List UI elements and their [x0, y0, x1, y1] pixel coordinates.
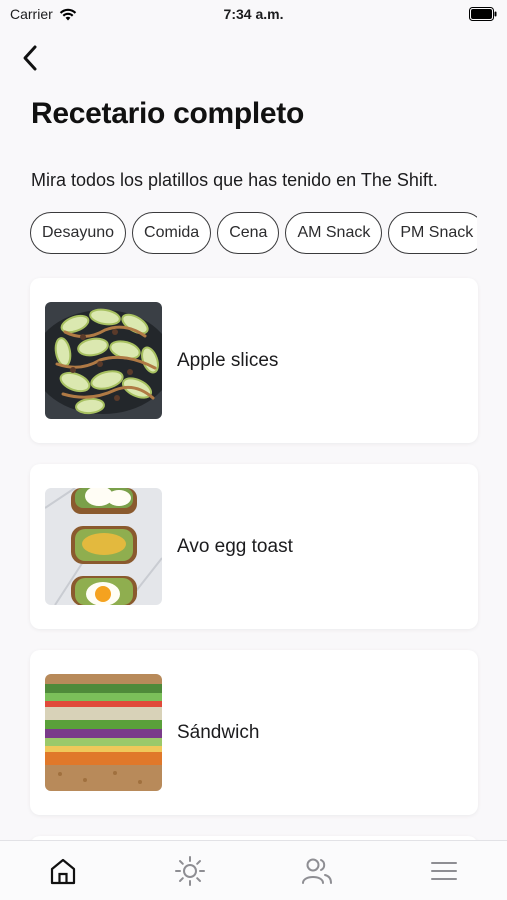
recipe-card[interactable]: Sándwich: [30, 650, 478, 815]
sandwich-photo: [45, 674, 162, 791]
filter-chip-comida[interactable]: Comida: [132, 212, 212, 254]
filter-chips: Desayuno Comida Cena AM Snack PM Snack: [30, 212, 477, 256]
filter-chip-desayuno[interactable]: Desayuno: [30, 212, 127, 254]
page-title: Recetario completo: [31, 97, 305, 130]
tab-menu[interactable]: [380, 841, 507, 900]
filter-chip-pm-snack[interactable]: PM Snack: [388, 212, 477, 254]
users-icon: [301, 858, 332, 884]
recipe-card[interactable]: Avo egg toast: [30, 464, 478, 629]
avo-egg-toast-photo: [45, 488, 162, 605]
recipe-name: Avo egg toast: [177, 535, 293, 557]
tab-sun[interactable]: [127, 841, 254, 900]
recipe-card[interactable]: Apple slices: [30, 278, 478, 443]
battery-icon: [469, 7, 497, 21]
recipe-list: Apple slices Avo egg toast Sándwich: [30, 278, 478, 856]
back-button[interactable]: [20, 40, 52, 76]
sun-icon: [175, 855, 206, 886]
apple-slices-photo: [45, 302, 162, 419]
filter-chip-cena[interactable]: Cena: [217, 212, 280, 254]
menu-icon: [430, 861, 457, 880]
tab-bar: [0, 840, 507, 900]
page-subtitle: Mira todos los platillos que has tenido …: [31, 170, 438, 190]
chevron-left-icon: [23, 45, 37, 71]
tab-home[interactable]: [0, 841, 127, 900]
home-icon: [51, 858, 76, 884]
filter-chip-am-snack[interactable]: AM Snack: [285, 212, 383, 254]
tab-community[interactable]: [254, 841, 381, 900]
recipe-name: Apple slices: [177, 349, 279, 371]
recipe-name: Sándwich: [177, 721, 260, 743]
status-bar: Carrier 7:34 a.m.: [0, 0, 507, 30]
status-time: 7:34 a.m.: [223, 6, 284, 22]
